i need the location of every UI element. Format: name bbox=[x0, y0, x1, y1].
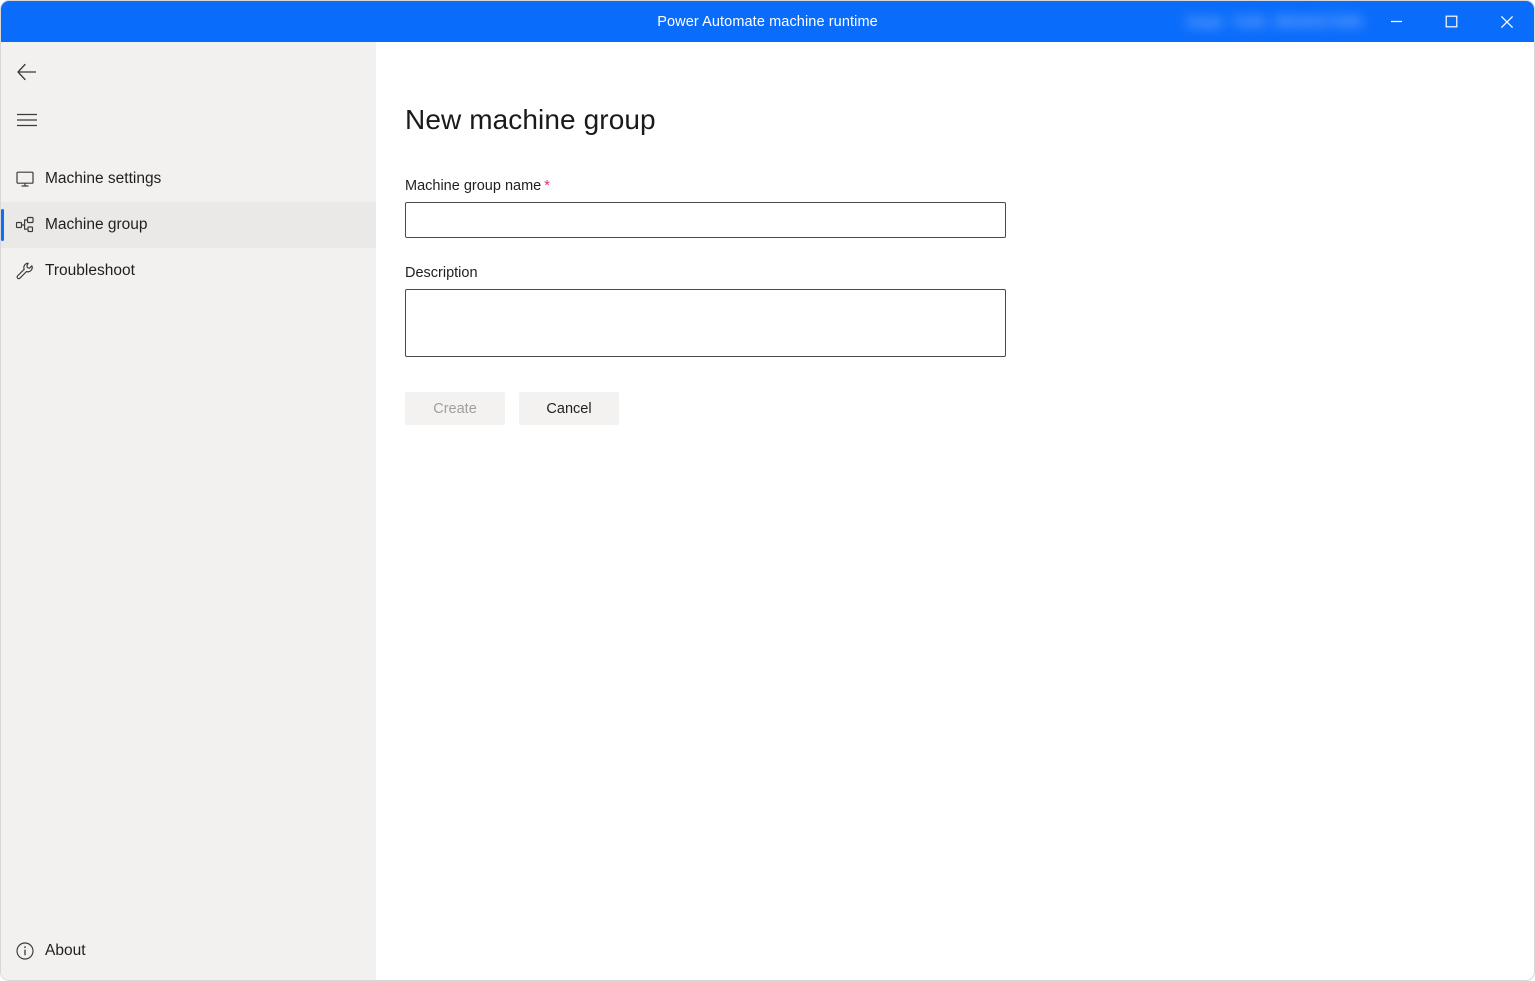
hamburger-menu-icon bbox=[17, 113, 37, 127]
sidebar-top-controls bbox=[1, 42, 376, 142]
field-machine-group-name: Machine group name * bbox=[405, 178, 1534, 238]
monitor-icon bbox=[15, 169, 45, 189]
maximize-button[interactable] bbox=[1424, 1, 1479, 42]
app-window: Power Automate machine runtime Sergio To… bbox=[0, 0, 1535, 981]
sidebar-item-machine-group[interactable]: Machine group bbox=[1, 202, 376, 248]
field-label-text: Description bbox=[405, 265, 478, 281]
minimize-button[interactable] bbox=[1369, 1, 1424, 42]
field-label: Machine group name * bbox=[405, 178, 1534, 194]
window-title: Power Automate machine runtime bbox=[657, 13, 878, 30]
info-icon bbox=[15, 941, 45, 961]
account-text-1: Sergio bbox=[1186, 13, 1224, 29]
menu-button[interactable] bbox=[3, 98, 51, 142]
cancel-button[interactable]: Cancel bbox=[519, 392, 619, 425]
field-label-text: Machine group name bbox=[405, 178, 542, 194]
app-body: Machine settings Machine group Troublesh… bbox=[1, 42, 1534, 980]
field-description: Description bbox=[405, 265, 1534, 357]
sidebar-item-label: About bbox=[45, 942, 86, 959]
back-arrow-icon bbox=[17, 63, 36, 81]
page-title: New machine group bbox=[405, 104, 656, 135]
sidebar: Machine settings Machine group Troublesh… bbox=[1, 42, 376, 980]
sidebar-bottom: About bbox=[1, 928, 376, 980]
window-controls bbox=[1369, 1, 1534, 42]
back-button[interactable] bbox=[3, 50, 51, 94]
sidebar-item-label: Troubleshoot bbox=[45, 262, 135, 279]
sidebar-item-label: Machine settings bbox=[45, 170, 162, 187]
create-button[interactable]: Create bbox=[405, 392, 505, 425]
close-icon bbox=[1500, 15, 1513, 28]
sidebar-item-troubleshoot[interactable]: Troubleshoot bbox=[1, 248, 376, 294]
machine-group-icon bbox=[15, 215, 45, 235]
field-label: Description bbox=[405, 265, 1534, 281]
titlebar: Power Automate machine runtime Sergio To… bbox=[1, 1, 1534, 42]
form-actions: Create Cancel bbox=[405, 392, 1534, 425]
description-textarea[interactable] bbox=[405, 289, 1006, 357]
required-asterisk: * bbox=[544, 178, 550, 194]
minimize-icon bbox=[1391, 20, 1402, 23]
main-content: New machine group Machine group name * De… bbox=[376, 42, 1534, 980]
maximize-icon bbox=[1445, 15, 1458, 28]
sidebar-item-about[interactable]: About bbox=[1, 928, 376, 974]
machine-group-name-input[interactable] bbox=[405, 202, 1006, 238]
wrench-icon bbox=[15, 261, 45, 281]
account-text-3: BRAINSTORM bbox=[1275, 13, 1362, 29]
sidebar-item-machine-settings[interactable]: Machine settings bbox=[1, 156, 376, 202]
sidebar-item-label: Machine group bbox=[45, 216, 148, 233]
close-button[interactable] bbox=[1479, 1, 1534, 42]
account-info-blurred: Sergio Torillo BRAINSTORM bbox=[1186, 10, 1362, 32]
account-text-2: Torillo bbox=[1232, 13, 1267, 29]
